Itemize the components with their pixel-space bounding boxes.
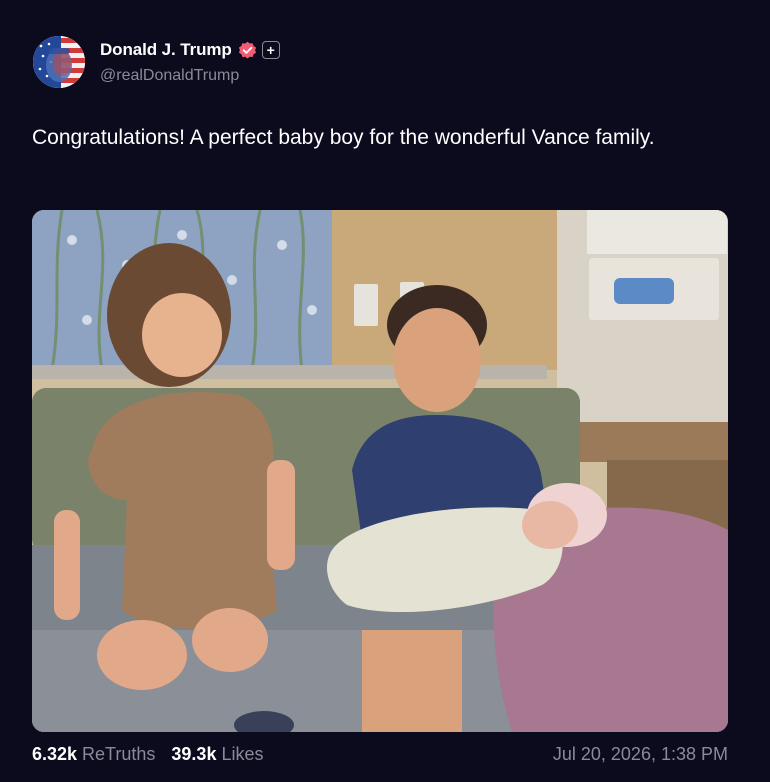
verified-badge-icon <box>238 41 257 60</box>
retruths-label: ReTruths <box>82 744 156 764</box>
truth-post: Donald J. Trump + @realDonaldTrump Congr… <box>0 0 770 782</box>
retruths-stat[interactable]: 6.32k ReTruths <box>32 744 155 765</box>
avatar[interactable] <box>33 36 85 88</box>
author-handle[interactable]: @realDonaldTrump <box>100 67 280 85</box>
display-name[interactable]: Donald J. Trump <box>100 40 232 60</box>
post-text: Congratulations! A perfect baby boy for … <box>32 126 655 149</box>
author-names: Donald J. Trump + @realDonaldTrump <box>100 39 280 85</box>
post-photo[interactable] <box>32 210 728 732</box>
retruths-count: 6.32k <box>32 744 78 764</box>
plus-icon[interactable]: + <box>261 41 280 59</box>
name-row: Donald J. Trump + <box>100 39 280 61</box>
likes-count: 39.3k <box>171 744 217 764</box>
likes-stat[interactable]: 39.3k Likes <box>171 744 263 765</box>
family-photo-image <box>32 210 728 732</box>
post-header: Donald J. Trump + @realDonaldTrump <box>33 36 280 88</box>
post-timestamp[interactable]: Jul 20, 2026, 1:38 PM <box>553 744 728 765</box>
post-footer: 6.32k ReTruths 39.3k Likes Jul 20, 2026,… <box>32 744 728 765</box>
flag-portrait-avatar-icon <box>33 36 85 88</box>
likes-label: Likes <box>221 744 264 764</box>
